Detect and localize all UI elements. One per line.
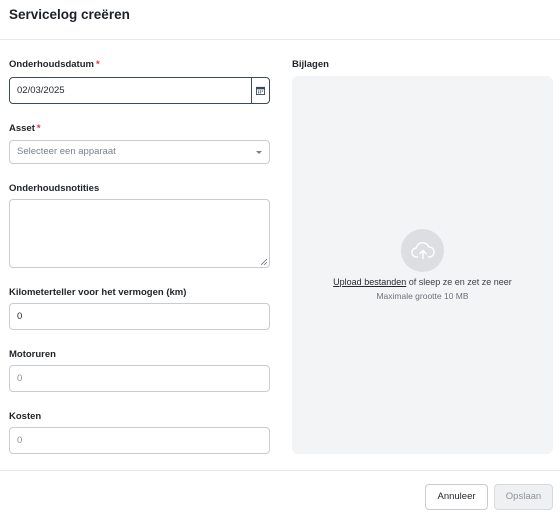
max-size-hint: Maximale grootte 10 MB — [376, 291, 469, 301]
date-label-text: Onderhoudsdatum — [9, 59, 94, 70]
resize-handle-icon[interactable] — [261, 259, 267, 265]
dialog-footer: Annuleer Opslaan — [0, 470, 560, 515]
notes-label: Onderhoudsnotities — [9, 183, 100, 194]
engine-hours-input[interactable]: 0 — [9, 365, 270, 392]
required-marker: * — [95, 59, 100, 70]
attachments-label: Bijlagen — [292, 59, 329, 70]
chevron-down-icon — [256, 151, 262, 154]
upload-instructions-text: of sleep ze en zet ze neer — [406, 277, 512, 287]
cloud-upload-icon — [401, 229, 444, 272]
odometer-value: 0 — [17, 311, 23, 322]
save-button[interactable]: Opslaan — [494, 484, 553, 510]
attachments-dropzone[interactable]: Upload bestanden of sleep ze en zet ze n… — [292, 76, 553, 454]
asset-label-text: Asset — [9, 123, 35, 134]
odometer-input[interactable]: 0 — [9, 303, 270, 330]
odometer-label: Kilometerteller voor het vermogen (km) — [9, 287, 187, 298]
engine-hours-placeholder: 0 — [17, 373, 23, 384]
upload-files-link[interactable]: Upload bestanden — [333, 277, 406, 287]
date-field[interactable]: 02/03/2025 — [9, 77, 270, 104]
cost-input[interactable]: 0 — [9, 427, 270, 454]
cancel-button[interactable]: Annuleer — [425, 484, 488, 510]
date-value: 02/03/2025 — [17, 85, 65, 96]
dialog-title: Servicelog creëren — [9, 7, 130, 22]
asset-placeholder: Selecteer een apparaat — [17, 146, 116, 157]
dialog-header: Servicelog creëren — [0, 0, 560, 40]
upload-instructions: Upload bestanden of sleep ze en zet ze n… — [292, 277, 553, 287]
asset-label: Asset * — [9, 123, 41, 134]
asset-select[interactable]: Selecteer een apparaat — [9, 140, 270, 164]
required-marker: * — [36, 123, 41, 134]
notes-textarea[interactable] — [9, 199, 270, 268]
engine-hours-label: Motoruren — [9, 349, 56, 360]
date-label: Onderhoudsdatum * — [9, 59, 100, 70]
cost-placeholder: 0 — [17, 435, 23, 446]
calendar-button[interactable] — [251, 78, 269, 103]
cost-label: Kosten — [9, 411, 42, 422]
calendar-icon — [256, 86, 265, 95]
